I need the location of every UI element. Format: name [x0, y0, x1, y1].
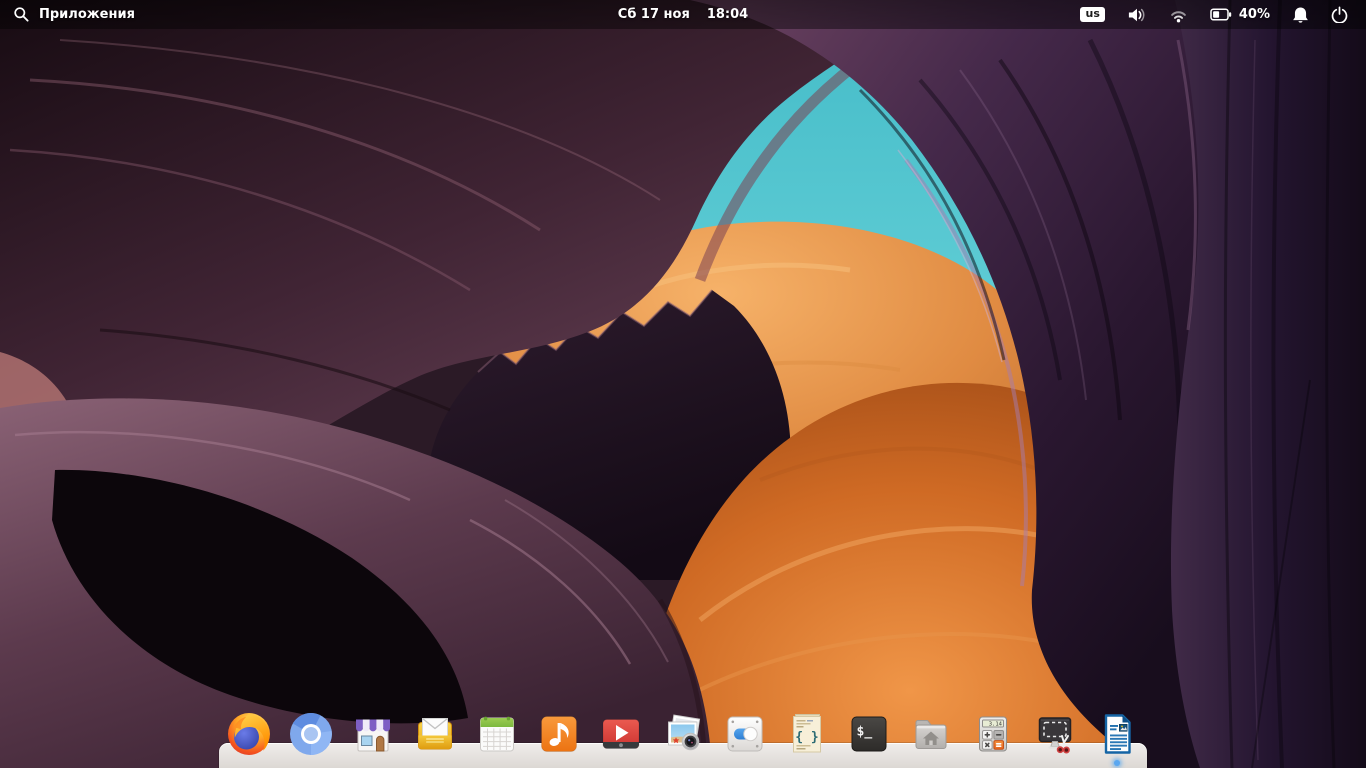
libreoffice-writer-icon — [1104, 714, 1131, 754]
network-indicator[interactable] — [1163, 0, 1194, 29]
videos-icon — [602, 719, 640, 749]
dock-item-screenshot[interactable] — [1031, 710, 1079, 758]
dock-item-music[interactable] — [535, 710, 583, 758]
search-icon — [14, 7, 29, 22]
power-icon — [1331, 6, 1348, 23]
applications-menu[interactable]: Приложения — [0, 0, 148, 29]
dock-item-mail[interactable] — [411, 710, 459, 758]
dock-item-chromium[interactable] — [287, 710, 335, 758]
panel-indicators: us 40% — [1074, 0, 1366, 29]
dock-item-calendar[interactable] — [473, 710, 521, 758]
panel-date: Сб 17 ноя — [617, 7, 690, 22]
datetime-menu[interactable]: Сб 17 ноя 18:04 — [618, 0, 748, 29]
keyboard-layout-indicator[interactable]: us — [1074, 0, 1110, 29]
dock-item-system-settings[interactable] — [721, 710, 769, 758]
chromium-icon — [290, 713, 332, 755]
calculator-icon: 3.14 — [979, 716, 1007, 752]
calculator-display-value: 3.14 — [989, 721, 1003, 727]
desktop-wallpaper — [0, 0, 1366, 768]
keyboard-layout-badge: us — [1080, 6, 1105, 23]
calendar-icon — [480, 716, 514, 752]
running-indicator — [1114, 760, 1120, 766]
dock-item-files[interactable] — [907, 710, 955, 758]
session-indicator[interactable] — [1325, 0, 1354, 29]
dock-item-terminal[interactable]: $_ — [845, 710, 893, 758]
dock-item-firefox[interactable] — [225, 710, 273, 758]
volume-indicator[interactable] — [1121, 0, 1153, 29]
screenshot-icon — [1038, 717, 1072, 754]
dock-item-appcenter[interactable] — [349, 710, 397, 758]
battery-indicator[interactable]: 40% — [1204, 0, 1276, 29]
files-icon — [915, 720, 947, 749]
music-icon — [541, 716, 577, 752]
speaker-icon — [1128, 8, 1145, 21]
dock-item-videos[interactable] — [597, 710, 645, 758]
dock-icons: { } $_ 3.14 — [219, 710, 1147, 768]
battery-icon — [1210, 8, 1232, 21]
dock-item-photos[interactable] — [659, 710, 707, 758]
appcenter-icon — [356, 719, 390, 752]
photos-icon — [668, 714, 701, 751]
mail-icon — [418, 717, 452, 750]
bell-icon — [1293, 7, 1308, 23]
firefox-icon — [228, 713, 270, 755]
terminal-icon: $_ — [851, 716, 887, 752]
terminal-prompt-glyph: $_ — [857, 725, 873, 740]
code-braces-glyph: { } — [795, 730, 818, 745]
wifi-icon — [1171, 10, 1186, 22]
notifications-indicator[interactable] — [1286, 0, 1315, 29]
dock-item-code[interactable]: { } — [783, 710, 831, 758]
dock-item-libreoffice-writer[interactable] — [1093, 710, 1141, 766]
dock: { } $_ 3.14 — [219, 710, 1147, 768]
system-settings-icon — [727, 716, 763, 752]
code-icon: { } — [793, 714, 821, 753]
applications-label: Приложения — [39, 7, 135, 22]
dock-item-calculator[interactable]: 3.14 — [969, 710, 1017, 758]
battery-percent: 40% — [1238, 7, 1270, 22]
top-panel: Приложения Сб 17 ноя 18:04 us 40% — [0, 0, 1366, 29]
panel-time: 18:04 — [706, 7, 749, 22]
